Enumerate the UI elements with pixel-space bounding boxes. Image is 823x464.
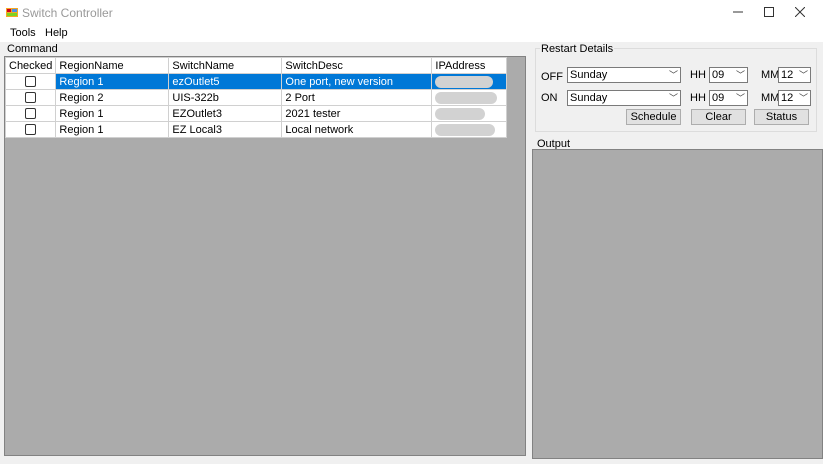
column-header-regionname[interactable]: RegionName (55, 57, 170, 74)
off-day-value: Sunday (570, 69, 608, 81)
title-bar: Switch Controller (0, 0, 823, 24)
desc-cell[interactable]: Local network (281, 121, 433, 138)
minimize-icon (733, 11, 743, 13)
row-checkbox[interactable] (25, 124, 37, 136)
switch-cell[interactable]: ezOutlet5 (168, 73, 283, 90)
column-header-switchdesc[interactable]: SwitchDesc (281, 57, 433, 74)
off-mm-value: 12 (781, 69, 794, 81)
column-header-checked[interactable]: Checked (4, 57, 57, 74)
app-icon (6, 8, 18, 17)
table-row[interactable]: Region 1 EZOutlet3 2021 tester (4, 105, 508, 122)
chevron-down-icon: ﹀ (735, 70, 745, 80)
menu-help[interactable]: Help (45, 27, 68, 39)
checked-cell[interactable] (4, 73, 57, 90)
off-hh-value: 09 (712, 69, 725, 81)
redacted-ip (435, 123, 496, 136)
on-mm-select[interactable]: 12 ﹀ (778, 90, 811, 106)
on-mm-label: MM (761, 92, 780, 104)
chevron-down-icon: ﹀ (668, 93, 678, 103)
column-header-ipaddress[interactable]: IPAddress (431, 57, 508, 74)
switch-cell[interactable]: UIS-322b (168, 89, 283, 106)
ip-cell[interactable] (431, 89, 508, 106)
on-day-select[interactable]: Sunday ﹀ (567, 90, 681, 106)
table-row[interactable]: Region 1 ezOutlet5 One port, new version (4, 73, 508, 90)
region-cell[interactable]: Region 1 (55, 121, 170, 138)
off-day-select[interactable]: Sunday ﹀ (567, 67, 681, 83)
on-hh-value: 09 (712, 92, 725, 104)
ip-cell[interactable] (431, 121, 508, 138)
row-checkbox[interactable] (25, 92, 37, 104)
off-mm-select[interactable]: 12 ﹀ (778, 67, 811, 83)
desc-cell[interactable]: 2 Port (281, 89, 433, 106)
on-day-value: Sunday (570, 92, 608, 104)
chevron-down-icon: ﹀ (798, 70, 808, 80)
off-hh-select[interactable]: 09 ﹀ (709, 67, 748, 83)
command-group-label: Command (6, 43, 59, 55)
on-mm-value: 12 (781, 92, 794, 104)
off-mm-label: MM (761, 69, 780, 81)
chevron-down-icon: ﹀ (735, 93, 745, 103)
table-header-row: Checked RegionName SwitchName SwitchDesc… (4, 57, 508, 74)
row-checkbox[interactable] (25, 108, 37, 120)
chevron-down-icon: ﹀ (668, 70, 678, 80)
status-button[interactable]: Status (754, 109, 809, 125)
output-panel[interactable] (532, 149, 823, 459)
restart-details-label: Restart Details (540, 43, 615, 55)
on-hh-select[interactable]: 09 ﹀ (709, 90, 748, 106)
redacted-ip (435, 75, 494, 88)
desc-cell[interactable]: One port, new version (281, 73, 433, 90)
checked-cell[interactable] (4, 121, 57, 138)
switch-cell[interactable]: EZOutlet3 (168, 105, 283, 122)
close-icon (795, 7, 805, 17)
region-cell[interactable]: Region 1 (55, 105, 170, 122)
redacted-ip (435, 107, 486, 120)
command-table: Checked RegionName SwitchName SwitchDesc… (4, 57, 508, 138)
menu-tools[interactable]: Tools (10, 27, 36, 39)
close-button[interactable] (777, 0, 823, 24)
checked-cell[interactable] (4, 89, 57, 106)
schedule-button[interactable]: Schedule (626, 109, 681, 125)
menu-bar: Tools Help (0, 24, 823, 42)
ip-cell[interactable] (431, 105, 508, 122)
on-label: ON (541, 92, 558, 104)
on-hh-label: HH (690, 92, 706, 104)
chevron-down-icon: ﹀ (798, 93, 808, 103)
region-cell[interactable]: Region 2 (55, 89, 170, 106)
table-row[interactable]: Region 2 UIS-322b 2 Port (4, 89, 508, 106)
switch-cell[interactable]: EZ Local3 (168, 121, 283, 138)
command-grid[interactable]: Checked RegionName SwitchName SwitchDesc… (4, 56, 526, 456)
maximize-icon (764, 7, 774, 17)
off-label: OFF (541, 71, 563, 83)
redacted-ip (435, 91, 498, 104)
window-title: Switch Controller (22, 6, 113, 20)
table-row[interactable]: Region 1 EZ Local3 Local network (4, 121, 508, 138)
ip-cell[interactable] (431, 73, 508, 90)
region-cell[interactable]: Region 1 (55, 73, 170, 90)
checked-cell[interactable] (4, 105, 57, 122)
off-hh-label: HH (690, 69, 706, 81)
desc-cell[interactable]: 2021 tester (281, 105, 433, 122)
column-header-switchname[interactable]: SwitchName (168, 57, 283, 74)
row-checkbox[interactable] (25, 76, 37, 88)
clear-button[interactable]: Clear (691, 109, 746, 125)
